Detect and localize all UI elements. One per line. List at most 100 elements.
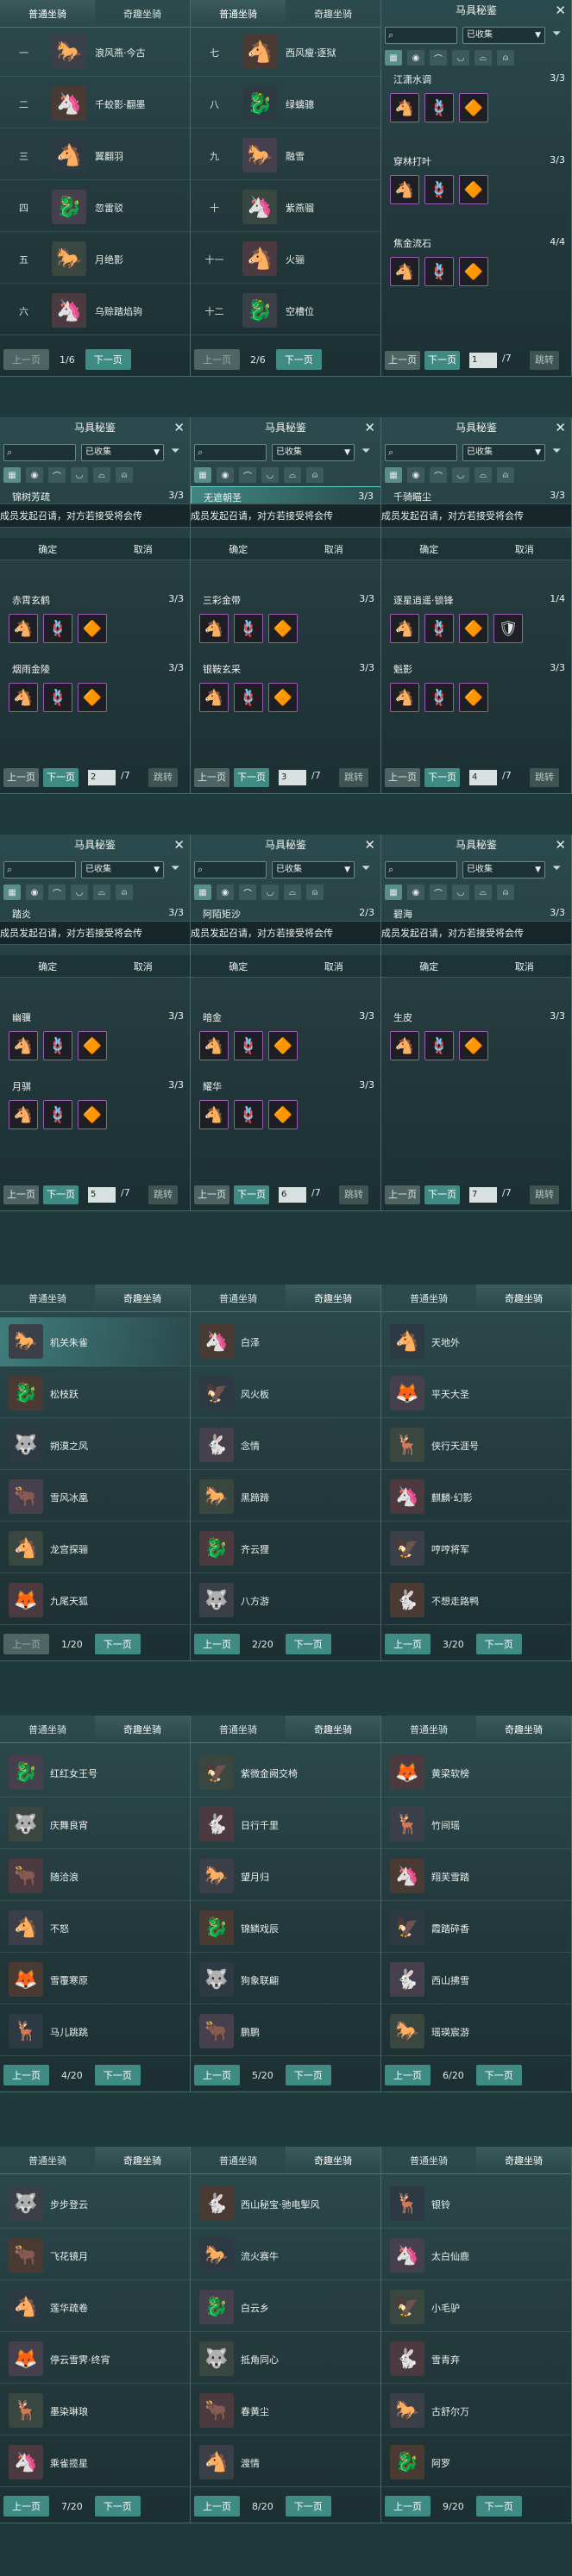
tab-fun-mounts[interactable]: 奇趣坐骑	[476, 1716, 571, 1742]
gear-item-icon[interactable]: 🔶	[459, 93, 488, 122]
gear-category-icon[interactable]: ▦	[385, 885, 402, 900]
prev-page-button[interactable]: 上一页	[3, 2496, 49, 2517]
tab-normal-mounts[interactable]: 普通坐骑	[0, 1285, 95, 1311]
cancel-button[interactable]: 取消	[515, 960, 534, 973]
confirm-button[interactable]: 确定	[38, 542, 57, 556]
mount-row[interactable]: 十二 🐉 空槽位	[191, 286, 380, 335]
tab-normal-mounts[interactable]: 普通坐骑	[381, 2147, 476, 2173]
mount-row[interactable]: 七 🐴 西风瘦·逐狱	[191, 28, 380, 77]
gear-item-icon[interactable]: 🔶	[268, 614, 298, 643]
mount-row[interactable]: 🦌 侠行天涯号	[381, 1421, 571, 1470]
prev-page-button[interactable]: 上一页	[194, 1634, 240, 1654]
page-input[interactable]: 4	[469, 770, 497, 785]
mount-row[interactable]: 十 🦄 紫燕骝	[191, 183, 380, 232]
gear-item-icon[interactable]: 🔶	[78, 1100, 107, 1129]
collected-filter-select[interactable]: 已收集 ▼	[272, 444, 355, 461]
gear-item-icon[interactable]: 🔶	[459, 683, 488, 712]
mount-row[interactable]: 🐎 瑶瑛宸游	[381, 2007, 571, 2056]
mount-row[interactable]: 🐉 锦鳞戏辰	[191, 1904, 380, 1953]
tab-normal-mounts[interactable]: 普通坐骑	[191, 0, 286, 27]
mount-row[interactable]: 🦌 马儿跳跳	[0, 2007, 190, 2056]
gear-category-icon[interactable]: ⌓	[284, 885, 301, 900]
jump-button[interactable]: 跳转	[339, 768, 368, 787]
gear-set-header[interactable]: 逐星逍遥·锁锋 1/4	[381, 590, 571, 609]
mount-row[interactable]: 🐴 天地外	[381, 1317, 571, 1366]
gear-set-header[interactable]: 焦金流石 4/4	[381, 233, 571, 252]
gear-set-header[interactable]: 赤霄玄鹤 3/3	[0, 590, 190, 609]
gear-category-icon[interactable]: ⌒	[239, 467, 256, 483]
jump-button[interactable]: 跳转	[530, 1185, 559, 1204]
mount-row[interactable]: 🦅 风火板	[191, 1369, 380, 1418]
mount-row[interactable]: 五 🐎 月绝影	[0, 234, 190, 284]
mount-row[interactable]: 🐇 雪青弃	[381, 2335, 571, 2384]
gear-item-icon[interactable]: 🪢	[424, 93, 454, 122]
prev-page-button[interactable]: 上一页	[3, 1634, 49, 1654]
mount-row[interactable]: 🐂 飞花镜月	[0, 2231, 190, 2280]
gear-set-header[interactable]: 锦树芳疏 3/3	[0, 486, 190, 505]
tab-fun-mounts[interactable]: 奇趣坐骑	[95, 1716, 190, 1742]
mount-row[interactable]: 🐴 不怒	[0, 1904, 190, 1953]
filter-icon[interactable]: ⏷	[171, 445, 179, 458]
close-icon[interactable]: ✕	[173, 417, 185, 438]
gear-item-icon[interactable]: 🔶	[459, 257, 488, 286]
gear-set-header[interactable]: 烟雨金陵 3/3	[0, 659, 190, 678]
close-icon[interactable]: ✕	[555, 835, 566, 855]
tab-fun-mounts[interactable]: 奇趣坐骑	[476, 2147, 571, 2173]
mount-row[interactable]: 🐺 朔漠之风	[0, 1421, 190, 1470]
next-page-button[interactable]: 下一页	[475, 1634, 522, 1654]
page-input[interactable]: 1	[469, 353, 497, 368]
gear-category-icon[interactable]: ▦	[194, 885, 211, 900]
gear-item-icon[interactable]: 🔶	[268, 1031, 298, 1060]
tab-fun-mounts[interactable]: 奇趣坐骑	[95, 1285, 190, 1311]
cancel-button[interactable]: 取消	[324, 960, 343, 973]
gear-category-icon[interactable]: ◡	[71, 467, 88, 483]
gear-item-icon[interactable]: 🔶	[268, 1100, 298, 1129]
gear-set-header[interactable]: 生皮 3/3	[381, 1007, 571, 1026]
mount-row[interactable]: 🐺 步步登云	[0, 2179, 190, 2229]
gear-item-icon[interactable]: 🔶	[459, 175, 488, 204]
gear-category-icon[interactable]: ◡	[452, 50, 469, 66]
gear-set-header[interactable]: 穿林打叶 3/3	[381, 151, 571, 170]
filter-icon[interactable]: ⏷	[552, 445, 561, 458]
jump-button[interactable]: 跳转	[148, 768, 178, 787]
gear-category-icon[interactable]: ▦	[385, 50, 402, 66]
next-page-button[interactable]: 下一页	[424, 768, 460, 787]
gear-category-icon[interactable]: ◡	[261, 885, 279, 900]
close-icon[interactable]: ✕	[555, 417, 566, 438]
mount-row[interactable]: 九 🐎 融雪	[191, 131, 380, 180]
mount-row[interactable]: 🐺 八方游	[191, 1576, 380, 1625]
gear-item-icon[interactable]: 🐴	[9, 1031, 38, 1060]
tab-fun-mounts[interactable]: 奇趣坐骑	[476, 1285, 571, 1311]
gear-item-icon[interactable]: 🐴	[390, 93, 419, 122]
tab-normal-mounts[interactable]: 普通坐骑	[191, 1716, 286, 1742]
prev-page-button[interactable]: 上一页	[3, 349, 49, 370]
mount-row[interactable]: 🐉 齐云狸	[191, 1524, 380, 1573]
page-input[interactable]: 2	[88, 770, 116, 785]
mount-row[interactable]: 🐺 庆舞良宵	[0, 1800, 190, 1849]
next-page-button[interactable]: 下一页	[424, 1185, 460, 1204]
mount-row[interactable]: 一 🐎 浪风燕·今古	[0, 28, 190, 77]
confirm-button[interactable]: 确定	[38, 960, 57, 973]
jump-button[interactable]: 跳转	[530, 768, 559, 787]
gear-set-header[interactable]: 江潇水调 3/3	[381, 69, 571, 88]
gear-item-icon[interactable]: 🔶	[268, 683, 298, 712]
gear-item-icon[interactable]: 🐴	[199, 1031, 229, 1060]
prev-page-button[interactable]: 上一页	[3, 2065, 49, 2085]
gear-category-icon[interactable]: ⌓	[284, 467, 301, 483]
gear-item-icon[interactable]: 🪢	[424, 683, 454, 712]
next-page-button[interactable]: 下一页	[43, 768, 79, 787]
gear-category-icon[interactable]: ▦	[3, 467, 21, 483]
gear-category-icon[interactable]: ⍝	[116, 467, 133, 483]
close-icon[interactable]: ✕	[364, 417, 375, 438]
tab-normal-mounts[interactable]: 普通坐骑	[0, 1716, 95, 1742]
gear-category-icon[interactable]: ⍝	[497, 50, 514, 66]
mount-row[interactable]: 🐉 阿罗	[381, 2438, 571, 2487]
gear-item-icon[interactable]: 🐴	[390, 1031, 419, 1060]
gear-category-icon[interactable]: ⍝	[116, 885, 133, 900]
gear-category-icon[interactable]: ⌓	[475, 50, 492, 66]
gear-item-icon[interactable]: 🔶	[78, 614, 107, 643]
gear-set-header[interactable]: 幽骥 3/3	[0, 1007, 190, 1026]
filter-icon[interactable]: ⏷	[171, 862, 179, 875]
tab-fun-mounts[interactable]: 奇趣坐骑	[95, 0, 190, 27]
mount-row[interactable]: 🦌 墨染琳琅	[0, 2386, 190, 2435]
